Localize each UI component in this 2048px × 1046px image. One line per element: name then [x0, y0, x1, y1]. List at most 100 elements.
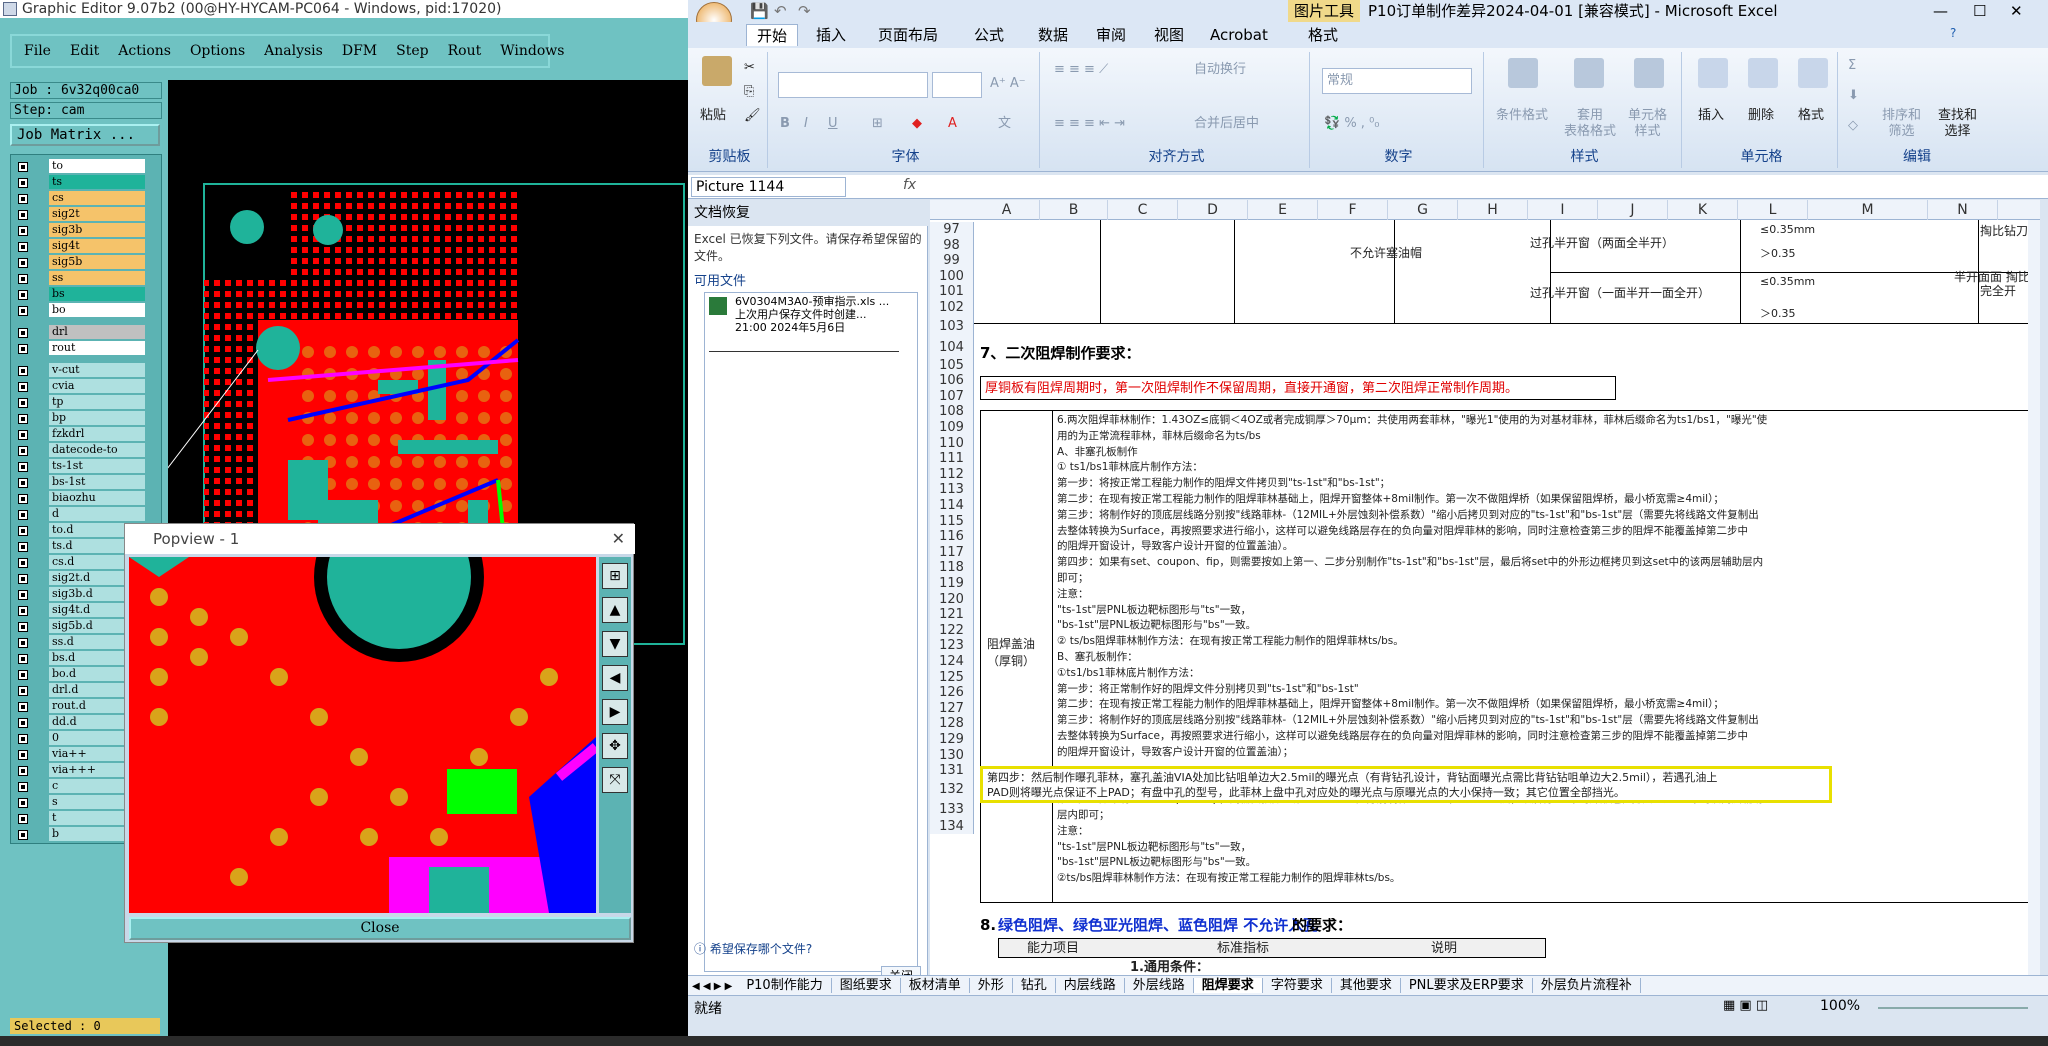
paste-icon[interactable] — [702, 56, 732, 86]
zoom-level[interactable]: 100% — [1820, 998, 1860, 1014]
layer-name[interactable]: sig4t — [49, 239, 145, 253]
layer-name[interactable]: tp — [49, 395, 145, 409]
layer-checkbox[interactable] — [18, 306, 28, 316]
layer-checkbox[interactable] — [18, 382, 28, 392]
layer-row[interactable]: sig2t — [13, 207, 161, 222]
layer-checkbox[interactable] — [18, 258, 28, 268]
table-format-icon[interactable] — [1574, 58, 1604, 88]
conditional-format-icon[interactable] — [1508, 58, 1538, 88]
name-box[interactable]: Picture 1144 — [691, 177, 846, 197]
sheet-tab[interactable]: 其他要求 — [1331, 978, 1401, 993]
font-color-icon[interactable]: A — [948, 116, 957, 132]
insert-cells-icon[interactable] — [1698, 58, 1728, 88]
pan-left-icon[interactable]: ◀ — [602, 665, 628, 691]
zoom-fit-icon[interactable]: ⊞ — [602, 563, 628, 589]
font-size-box[interactable] — [932, 72, 982, 98]
tab-home[interactable]: 开始 — [746, 24, 799, 46]
layer-checkbox[interactable] — [18, 414, 28, 424]
format-cells-button[interactable]: 格式 — [1798, 108, 1824, 124]
minimize-icon[interactable]: — — [1933, 0, 1948, 22]
maximize-icon[interactable]: ☐ — [1973, 0, 1986, 22]
sheet-nav-icon[interactable]: ◀ ◀ ▶ ▶ — [692, 981, 732, 992]
layer-checkbox[interactable] — [18, 574, 28, 584]
layer-checkbox[interactable] — [18, 178, 28, 188]
layer-name[interactable]: sig5b — [49, 255, 145, 269]
menu-edit[interactable]: Edit — [70, 43, 99, 59]
layer-name[interactable]: cs — [49, 191, 145, 205]
tab-acrobat[interactable]: Acrobat — [1200, 24, 1278, 46]
layer-row[interactable]: cvia — [13, 379, 161, 394]
layer-checkbox[interactable] — [18, 430, 28, 440]
sheet-tab[interactable]: 内层线路 — [1055, 978, 1125, 993]
view-buttons[interactable]: ▦ ▣ ◫ — [1723, 998, 1768, 1013]
copy-icon[interactable]: ⎘ — [744, 84, 754, 100]
layer-checkbox[interactable] — [18, 210, 28, 220]
layer-name[interactable]: cvia — [49, 379, 145, 393]
layer-name[interactable]: v-cut — [49, 363, 145, 377]
layer-checkbox[interactable] — [18, 830, 28, 840]
menu-options[interactable]: Options — [190, 43, 245, 59]
menu-analysis[interactable]: Analysis — [264, 43, 323, 59]
sheet-tab-active[interactable]: 阻焊要求 — [1193, 978, 1263, 993]
layer-checkbox[interactable] — [18, 670, 28, 680]
layer-row[interactable]: datecode-to — [13, 443, 161, 458]
sheet-tab[interactable]: 外层线路 — [1124, 978, 1194, 993]
layer-checkbox[interactable] — [18, 558, 28, 568]
text-box-picture[interactable]: 阻焊盖油 （厚铜） 6.两次阻焊菲林制作：1.43OZ≤底铜＜4OZ或者完成铜厚… — [980, 410, 2032, 903]
help-icon[interactable]: ? — [1950, 26, 1956, 40]
layer-row[interactable]: to — [13, 159, 161, 174]
layer-checkbox[interactable] — [18, 542, 28, 552]
tab-page-layout[interactable]: 页面布局 — [868, 24, 948, 46]
zoom-in-icon[interactable]: ✥ — [602, 733, 628, 759]
recovery-file-item[interactable]: 6V0304M3A0-预审指示.xls ... 上次用户保存文件时创建... 2… — [735, 295, 905, 334]
layer-row[interactable]: bp — [13, 411, 161, 426]
layer-row[interactable]: v-cut — [13, 363, 161, 378]
layer-checkbox[interactable] — [18, 194, 28, 204]
layer-checkbox[interactable] — [18, 274, 28, 284]
zoom-slider[interactable] — [1878, 1007, 2028, 1009]
italic-icon[interactable]: I — [804, 116, 808, 132]
clear-icon[interactable]: ◇ — [1848, 118, 1858, 134]
layer-row[interactable]: bs — [13, 287, 161, 302]
tab-view[interactable]: 视图 — [1144, 24, 1194, 46]
pan-up-icon[interactable]: ▲ — [602, 597, 628, 623]
save-icon[interactable]: 💾 — [750, 0, 769, 22]
layer-checkbox[interactable] — [18, 702, 28, 712]
layer-checkbox[interactable] — [18, 606, 28, 616]
sheet-tab[interactable]: 外形 — [969, 978, 1013, 993]
autosum-icon[interactable]: Σ — [1848, 58, 1856, 74]
layer-checkbox[interactable] — [18, 798, 28, 808]
layer-checkbox[interactable] — [18, 638, 28, 648]
layer-checkbox[interactable] — [18, 766, 28, 776]
layer-name[interactable]: drl — [49, 325, 145, 339]
number-format-box[interactable]: 常规 — [1322, 68, 1472, 94]
layer-checkbox[interactable] — [18, 398, 28, 408]
menu-file[interactable]: File — [24, 43, 51, 59]
layer-checkbox[interactable] — [18, 344, 28, 354]
layer-row[interactable]: rout — [13, 341, 161, 356]
conditional-format-button[interactable]: 条件格式 — [1496, 108, 1548, 124]
layer-checkbox[interactable] — [18, 446, 28, 456]
grow-font-icon[interactable]: A⁺ A⁻ — [990, 76, 1026, 92]
layer-checkbox[interactable] — [18, 478, 28, 488]
table-format-button[interactable]: 套用 表格格式 — [1564, 108, 1616, 140]
layer-row[interactable]: sig4t — [13, 239, 161, 254]
bold-icon[interactable]: B — [780, 116, 790, 132]
pan-down-icon[interactable]: ▼ — [602, 631, 628, 657]
menu-step[interactable]: Step — [396, 43, 428, 59]
layer-checkbox[interactable] — [18, 750, 28, 760]
wrap-text-button[interactable]: 自动换行 — [1194, 62, 1246, 78]
sheet-tab[interactable]: 字符要求 — [1262, 978, 1332, 993]
layer-checkbox[interactable] — [18, 622, 28, 632]
layer-checkbox[interactable] — [18, 328, 28, 338]
undo-icon[interactable]: ↶ — [774, 0, 787, 22]
layer-row[interactable]: bo — [13, 303, 161, 318]
layer-checkbox[interactable] — [18, 290, 28, 300]
layer-checkbox[interactable] — [18, 526, 28, 536]
layer-checkbox[interactable] — [18, 590, 28, 600]
borders-icon[interactable]: ⊞ — [872, 116, 883, 132]
layer-name[interactable]: fzkdrl — [49, 427, 145, 441]
layer-checkbox[interactable] — [18, 510, 28, 520]
pan-right-icon[interactable]: ▶ — [602, 699, 628, 725]
sheet-tab[interactable]: PNL要求及ERP要求 — [1400, 978, 1533, 993]
